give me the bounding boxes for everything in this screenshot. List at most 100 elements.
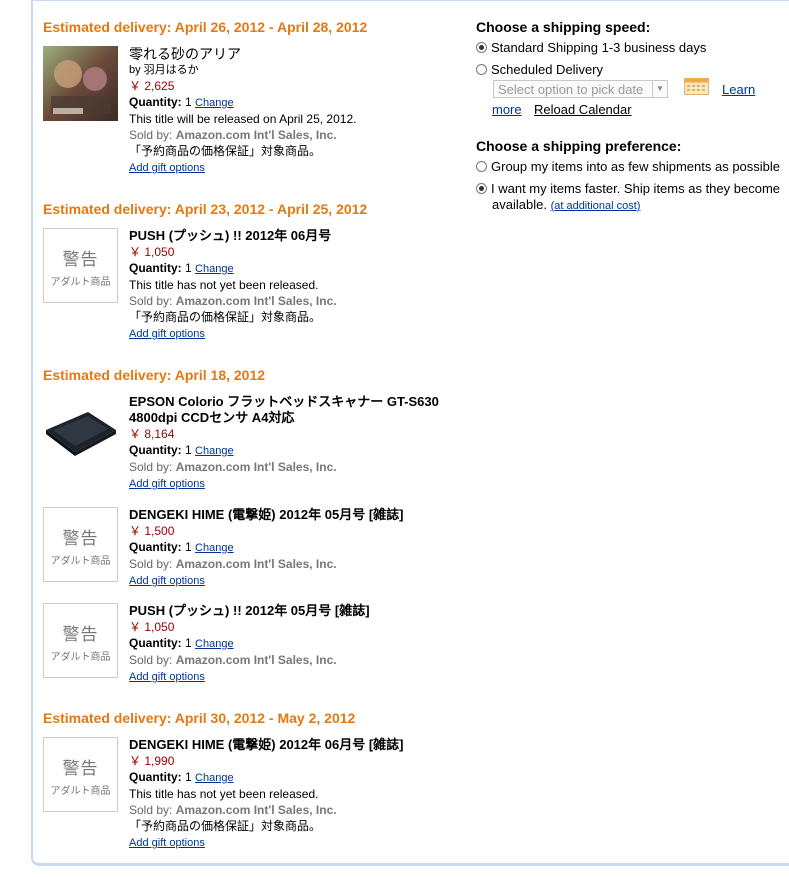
radio-selected-icon[interactable] — [476, 183, 487, 194]
quantity-value: 1 — [185, 261, 192, 275]
release-note: This title has not yet been released. — [129, 787, 319, 801]
group-shipments-radio[interactable]: Group my items into as few shipments as … — [476, 159, 780, 174]
change-quantity-link[interactable]: Change — [195, 263, 234, 275]
faster-shipping-radio[interactable]: I want my items faster. Ship items as th… — [476, 181, 780, 196]
product-title[interactable]: DENGEKI HIME (電撃姫) 2012年 06月号 [雑誌] — [129, 737, 469, 753]
adult-product-label: アダルト商品 — [50, 786, 111, 797]
sold-by-label: Sold by: — [129, 803, 173, 817]
product-price: ￥ 2,625 — [129, 79, 175, 93]
radio-selected-icon[interactable] — [476, 42, 487, 53]
quantity-label: Quantity: — [129, 540, 182, 554]
quantity-label: Quantity: — [129, 636, 182, 650]
quantity-row: Quantity: 1 Change — [129, 539, 469, 556]
sold-by-label: Sold by: — [129, 557, 173, 571]
change-quantity-link[interactable]: Change — [195, 638, 234, 650]
adult-warning-image[interactable]: 警告 アダルト商品 — [43, 507, 118, 582]
product-price: ￥ 1,500 — [129, 524, 175, 538]
standard-shipping-label: Standard Shipping 1-3 business days — [491, 40, 707, 55]
quantity-row: Quantity: 1 Change — [129, 260, 469, 277]
sold-by-row: Sold by: Amazon.com Int'l Sales, Inc. — [129, 802, 469, 818]
adult-product-label: アダルト商品 — [50, 277, 111, 288]
quantity-row: Quantity: 1 Change — [129, 635, 469, 652]
product-title[interactable]: DENGEKI HIME (電撃姫) 2012年 05月号 [雑誌] — [129, 507, 469, 523]
radio-unselected-icon[interactable] — [476, 161, 487, 172]
sold-by-row: Sold by: Amazon.com Int'l Sales, Inc. — [129, 652, 469, 668]
product-title[interactable]: PUSH (プッシュ) !! 2012年 06月号 — [129, 228, 469, 244]
faster-shipping-label: I want my items faster. Ship items as th… — [491, 181, 781, 196]
add-gift-options-link[interactable]: Add gift options — [129, 478, 205, 490]
standard-shipping-radio[interactable]: Standard Shipping 1-3 business days — [476, 40, 706, 55]
sold-by-row: Sold by: Amazon.com Int'l Sales, Inc. — [129, 459, 469, 475]
shipping-preference-heading: Choose a shipping preference: — [476, 138, 682, 154]
adult-product-label: アダルト商品 — [50, 556, 111, 567]
available-label: available. — [492, 197, 547, 212]
delivery-date-select[interactable]: Select option to pick date ▼ — [493, 80, 668, 98]
shipping-speed-heading: Choose a shipping speed: — [476, 19, 651, 35]
change-quantity-link[interactable]: Change — [195, 97, 234, 109]
product-author: by 羽月はるか — [129, 64, 199, 76]
seller-name: Amazon.com Int'l Sales, Inc. — [175, 294, 337, 308]
scanner-image — [46, 412, 116, 456]
sold-by-row: Sold by: Amazon.com Int'l Sales, Inc. — [129, 293, 469, 309]
change-quantity-link[interactable]: Change — [195, 542, 234, 554]
adult-warning-image[interactable]: 警告 アダルト商品 — [43, 228, 118, 303]
price-guarantee-note: 「予約商品の価格保証」対象商品。 — [129, 310, 322, 324]
add-gift-options-link[interactable]: Add gift options — [129, 575, 205, 587]
product-title[interactable]: 零れる砂のアリア — [129, 46, 469, 62]
faster-shipping-label-cont: available. (at additional cost) — [492, 197, 640, 212]
quantity-value: 1 — [185, 636, 192, 650]
product-title[interactable]: EPSON Colorio フラットベッドスキャナー GT-S630 4800d… — [129, 394, 469, 426]
seller-name: Amazon.com Int'l Sales, Inc. — [175, 557, 337, 571]
quantity-value: 1 — [185, 95, 192, 109]
adult-warning-image[interactable]: 警告 アダルト商品 — [43, 603, 118, 678]
sold-by-label: Sold by: — [129, 128, 173, 142]
delivery-heading: Estimated delivery: April 18, 2012 — [43, 367, 266, 383]
reload-calendar-link[interactable]: Reload Calendar — [534, 102, 632, 117]
release-note: This title has not yet been released. — [129, 278, 319, 292]
delivery-heading: Estimated delivery: April 26, 2012 - Apr… — [43, 19, 368, 35]
sold-by-row: Sold by: Amazon.com Int'l Sales, Inc. — [129, 556, 469, 572]
add-gift-options-link[interactable]: Add gift options — [129, 837, 205, 849]
quantity-label: Quantity: — [129, 770, 182, 784]
calendar-icon[interactable] — [684, 78, 709, 95]
quantity-label: Quantity: — [129, 261, 182, 275]
select-placeholder: Select option to pick date — [498, 82, 644, 97]
release-note: This title will be released on April 25,… — [129, 112, 357, 126]
radio-unselected-icon[interactable] — [476, 64, 487, 75]
sold-by-label: Sold by: — [129, 294, 173, 308]
seller-name: Amazon.com Int'l Sales, Inc. — [175, 128, 337, 142]
scheduled-delivery-radio[interactable]: Scheduled Delivery — [476, 62, 603, 77]
add-gift-options-link[interactable]: Add gift options — [129, 671, 205, 683]
change-quantity-link[interactable]: Change — [195, 772, 234, 784]
chevron-down-icon[interactable]: ▼ — [652, 81, 667, 97]
quantity-value: 1 — [185, 443, 192, 457]
seller-name: Amazon.com Int'l Sales, Inc. — [175, 460, 337, 474]
warning-label: 警告 — [62, 625, 99, 644]
quantity-row: Quantity: 1 Change — [129, 442, 469, 459]
quantity-row: Quantity: 1 Change — [129, 769, 469, 786]
price-guarantee-note: 「予約商品の価格保証」対象商品。 — [129, 819, 322, 833]
learn-more-link[interactable]: Learn — [722, 82, 755, 97]
quantity-value: 1 — [185, 770, 192, 784]
seller-name: Amazon.com Int'l Sales, Inc. — [175, 803, 337, 817]
add-gift-options-link[interactable]: Add gift options — [129, 328, 205, 340]
product-price: ￥ 1,050 — [129, 245, 175, 259]
book-cover-art — [43, 46, 118, 121]
sold-by-label: Sold by: — [129, 460, 173, 474]
delivery-heading: Estimated delivery: April 30, 2012 - May… — [43, 710, 356, 726]
product-price: ￥ 1,050 — [129, 620, 175, 634]
seller-name: Amazon.com Int'l Sales, Inc. — [175, 653, 337, 667]
add-gift-options-link[interactable]: Add gift options — [129, 162, 205, 174]
product-title[interactable]: PUSH (プッシュ) !! 2012年 05月号 [雑誌] — [129, 603, 469, 619]
quantity-value: 1 — [185, 540, 192, 554]
product-image[interactable] — [43, 46, 118, 121]
additional-cost-link[interactable]: (at additional cost) — [551, 200, 641, 212]
sold-by-label: Sold by: — [129, 653, 173, 667]
adult-warning-image[interactable]: 警告 アダルト商品 — [43, 737, 118, 812]
change-quantity-link[interactable]: Change — [195, 445, 234, 457]
warning-label: 警告 — [62, 529, 99, 548]
product-price: ￥ 8,164 — [129, 427, 175, 441]
scheduled-delivery-label: Scheduled Delivery — [491, 62, 604, 77]
product-image[interactable] — [43, 400, 118, 475]
learn-more-link-cont[interactable]: more — [492, 102, 522, 117]
